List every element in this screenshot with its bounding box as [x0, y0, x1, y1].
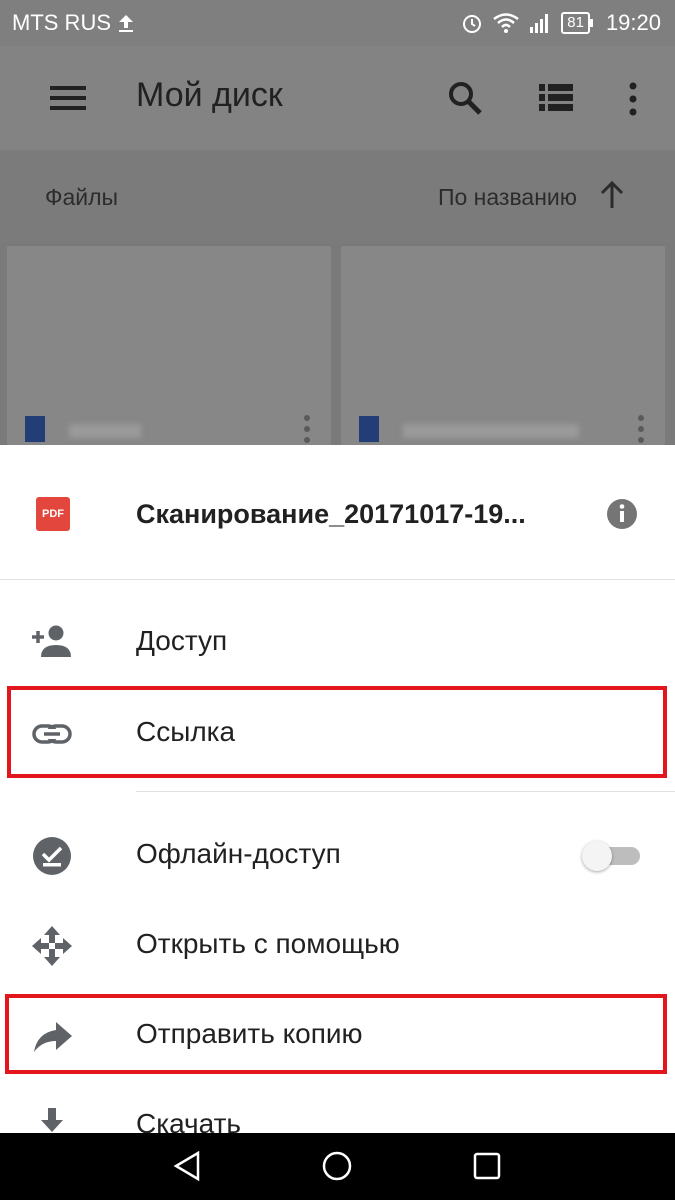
menu-item-send-copy[interactable]: Отправить копию	[0, 990, 675, 1080]
sort-button[interactable]: По названию	[438, 184, 577, 211]
more-vert-icon[interactable]	[627, 82, 639, 116]
battery-indicator: 81	[561, 12, 593, 34]
navigation-bar	[0, 1133, 675, 1200]
menu-item-share[interactable]: Доступ	[0, 597, 675, 687]
offline-check-icon	[33, 837, 71, 875]
menu-item-offline[interactable]: Офлайн-доступ	[0, 810, 675, 900]
home-icon[interactable]	[321, 1150, 353, 1182]
bottom-sheet: PDF Сканирование_20171017-19... Доступ С…	[0, 445, 675, 1140]
file-name: Сканирование_20171017-19...	[136, 499, 526, 529]
toggle-thumb	[582, 841, 612, 871]
more-vert-icon[interactable]	[637, 414, 645, 444]
list-view-icon[interactable]	[539, 84, 573, 112]
divider	[136, 791, 675, 792]
alarm-icon	[463, 15, 482, 33]
menu-item-label: Ссылка	[136, 716, 236, 747]
file-card[interactable]	[341, 246, 665, 446]
sort-bar: Файлы По названию	[0, 150, 675, 242]
offline-toggle[interactable]	[582, 841, 642, 871]
signal-icon	[530, 14, 549, 33]
menu-item-link[interactable]: Ссылка	[0, 688, 675, 778]
file-grid	[0, 242, 675, 446]
section-label: Файлы	[45, 184, 119, 210]
arrow-up-icon[interactable]	[599, 180, 625, 210]
menu-icon[interactable]	[50, 84, 86, 112]
status-bar: MTS RUS 81 19:20	[0, 0, 675, 46]
link-icon	[32, 724, 72, 744]
back-icon[interactable]	[172, 1150, 204, 1182]
menu-item-open-with[interactable]: Открыть с помощью	[0, 900, 675, 990]
open-with-icon	[32, 926, 72, 966]
person-add-icon	[32, 625, 71, 657]
upload-icon	[119, 15, 133, 32]
doc-icon	[359, 416, 379, 442]
menu-item-label: Доступ	[136, 625, 228, 656]
more-vert-icon[interactable]	[303, 414, 311, 444]
doc-icon	[25, 416, 45, 442]
recents-icon[interactable]	[473, 1152, 501, 1180]
blurred-filename	[69, 424, 141, 438]
pdf-file-icon: PDF	[36, 497, 70, 531]
file-card[interactable]	[7, 246, 331, 446]
menu-item-label: Отправить копию	[136, 1018, 363, 1049]
page-title: Мой диск	[136, 76, 283, 114]
app-bar: Мой диск	[0, 46, 675, 150]
sheet-header: PDF Сканирование_20171017-19...	[0, 445, 675, 580]
blurred-filename	[403, 424, 579, 438]
search-icon[interactable]	[447, 80, 483, 116]
clock: 19:20	[605, 10, 661, 35]
menu-item-label: Офлайн-доступ	[136, 838, 341, 869]
menu-item-label: Открыть с помощью	[136, 928, 400, 959]
share-arrow-icon	[34, 1022, 72, 1052]
wifi-icon	[493, 13, 519, 33]
info-icon[interactable]	[606, 498, 638, 530]
screen: MTS RUS 81 19:20 Мой диск Файлы По назва…	[0, 0, 675, 1200]
carrier-label: MTS RUS	[12, 10, 111, 35]
